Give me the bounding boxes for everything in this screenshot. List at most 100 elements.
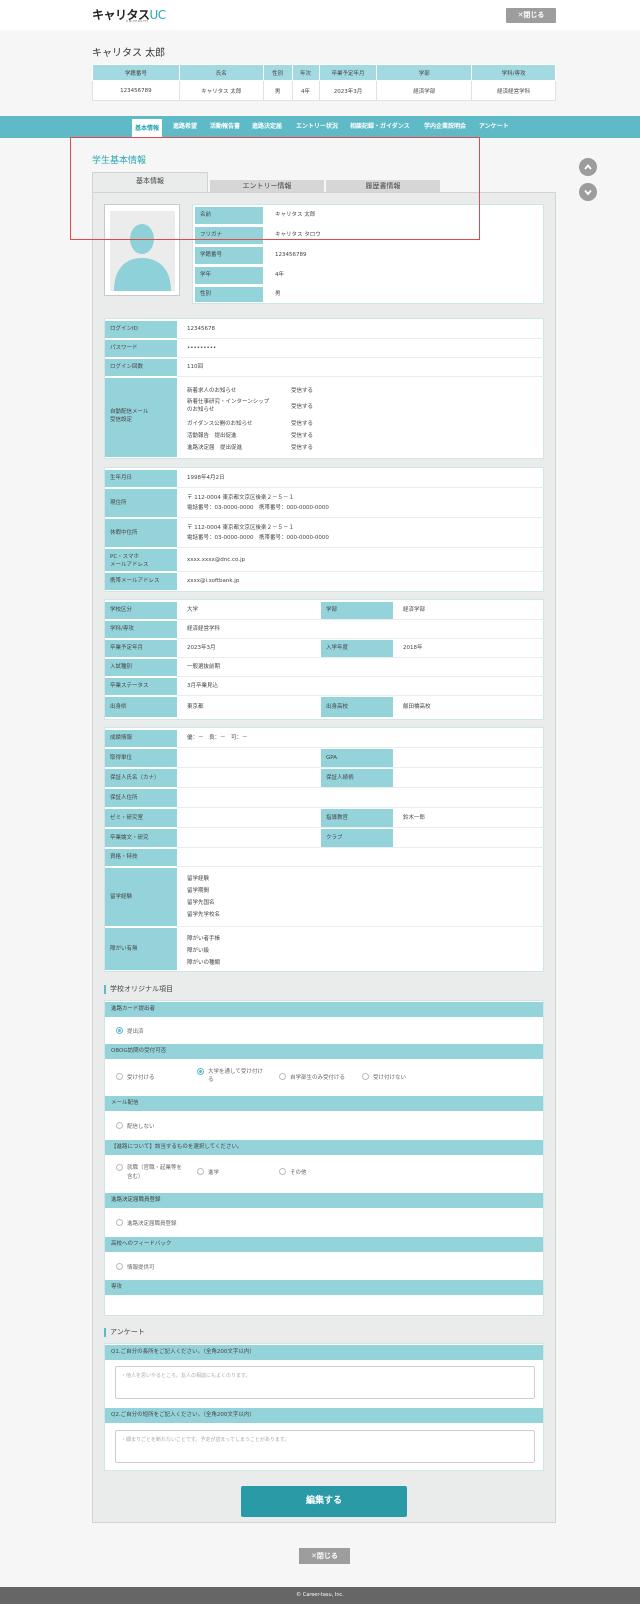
- summary-header: 学籍番号: [92, 64, 180, 81]
- summary-cell: 経済学部: [376, 80, 473, 101]
- scroll-down-button[interactable]: [579, 183, 597, 201]
- login-box: ログインID 12345678 パスワード ••••••••• ログイン回数 1…: [104, 318, 545, 459]
- question-label: Q2.ご自分の短所をご記入ください。（全角200文字以内）: [105, 1408, 543, 1423]
- radio-label: 提出済: [127, 1029, 144, 1035]
- question-label: 高校へのフィードバック: [105, 1237, 543, 1252]
- radio-info-provide[interactable]: [116, 1263, 123, 1270]
- value: 障がい者手帳: [187, 936, 221, 942]
- value: 123456789: [275, 252, 307, 258]
- value: 電話番号：03-0000-0000 携帯番号：000-0000-0000: [187, 535, 329, 541]
- nav-item-entry[interactable]: エントリー状況: [296, 116, 338, 138]
- survey-box: Q1.ご自分の長所をご記入ください。（全角200文字以内） ・他人を思いやるとこ…: [104, 1343, 544, 1471]
- value: 電話番号：03-0000-0000 携帯番号：000-0000-0000: [187, 505, 329, 511]
- radio-further-study[interactable]: [197, 1168, 204, 1175]
- label: 自動配信メール 受信設定: [105, 378, 177, 457]
- label: 成績情報: [105, 730, 177, 747]
- label: ゼミ・研究室: [105, 809, 177, 827]
- mail-setting-status: 受信する: [291, 433, 314, 439]
- weakness-textarea[interactable]: ・細まりごとを断れないことです。予定が詰まってしまうことがあります。: [115, 1430, 535, 1463]
- value: 12345678: [187, 326, 215, 332]
- value: 留学経験: [187, 876, 210, 882]
- label: 現住所: [105, 489, 177, 517]
- label: 学部: [321, 602, 393, 619]
- summary-cell: 4年: [291, 80, 320, 101]
- radio-no-mail[interactable]: [116, 1122, 123, 1129]
- header: キャリタスUC UNIVERSITY ✕閉じる: [0, 0, 640, 30]
- radio-employment[interactable]: [116, 1164, 123, 1171]
- nav-item-career-wish[interactable]: 進路希望: [173, 116, 197, 138]
- label: 学籍番号: [195, 247, 263, 264]
- label: 出身県: [105, 697, 177, 717]
- nav-item-consultation[interactable]: 相談記録・ガイダンス: [350, 116, 410, 138]
- radio-label: 受け付けない: [373, 1075, 407, 1081]
- mail-setting-name: 新着仕事研究・インターンシップ のお知らせ: [187, 399, 270, 413]
- summary-table: 学籍番号 氏名 性別 年次 卒業予定年月 学部 学科/専攻 123456789 …: [92, 64, 556, 101]
- summary-cell: 2023年3月: [318, 80, 378, 101]
- label: 指導教官: [321, 809, 393, 827]
- radio-label: 自学部生のみ受付ける: [290, 1075, 346, 1081]
- label: パスワード: [105, 340, 177, 357]
- radio-submitted[interactable]: [116, 1027, 123, 1034]
- nav-item-decision[interactable]: 進路決定届: [252, 116, 282, 138]
- edit-button[interactable]: 編集する: [241, 1486, 407, 1517]
- value: xxxx.xxxx@dnc.co.jp: [187, 557, 246, 563]
- strength-textarea[interactable]: ・他人を思いやるところ。友人の相談にもよくのります。: [115, 1366, 535, 1399]
- radio-not-accept[interactable]: [362, 1073, 369, 1080]
- summary-header: 学部: [376, 64, 473, 81]
- summary-header: 年次: [291, 64, 320, 81]
- radio-own-faculty[interactable]: [279, 1073, 286, 1080]
- value: xxxx@i.softbank.jp: [187, 578, 240, 584]
- label: 保証人続柄: [321, 769, 393, 787]
- label: 保証人氏名（カナ）: [105, 769, 177, 787]
- label: 出身高校: [321, 697, 393, 717]
- label: 休暇中住所: [105, 519, 177, 547]
- label: 卒業ステータス: [105, 678, 177, 695]
- question-label: Q1.ご自分の長所をご記入ください。（全角200文字以内）: [105, 1345, 543, 1360]
- academic-box: 成績情報 優：－ 良：－ 可：－ 取得単位 GPA 保証人氏名（カナ） 保証人続…: [104, 727, 545, 972]
- nav-item-survey[interactable]: アンケート: [479, 116, 509, 138]
- value: 4年: [275, 272, 284, 278]
- value: 飯田橋高校: [403, 704, 431, 710]
- value: 優：－ 良：－ 可：－: [187, 735, 248, 741]
- survey-heading: アンケート: [104, 1328, 145, 1337]
- original-items-heading: 学校オリジナル項目: [104, 985, 173, 994]
- mail-setting-status: 受信する: [291, 445, 314, 451]
- nav-item-seminar[interactable]: 学内企業説明会: [424, 116, 466, 138]
- label: ログイン回数: [105, 359, 177, 376]
- value: 〒 112-0004 東京都文京区後楽２－５－１: [187, 525, 294, 531]
- logo-subtitle: UNIVERSITY: [126, 19, 149, 23]
- radio-label: 情報提供可: [127, 1265, 155, 1271]
- mail-setting-status: 受信する: [291, 388, 314, 394]
- original-items-box: 進路カード提出者 提出済 OBOG訪問の受付可否 受け付ける 大学を通して受け付…: [104, 1000, 544, 1316]
- question-label: 進路決定届職員登録: [105, 1193, 543, 1208]
- label: 障がい有無: [105, 928, 177, 970]
- close-button-bottom[interactable]: ✕閉じる: [299, 1548, 350, 1564]
- footer-copyright: © Career-tasu, Inc.: [0, 1587, 640, 1604]
- scroll-up-button[interactable]: [579, 158, 597, 176]
- radio-other[interactable]: [279, 1168, 286, 1175]
- question-label: 専攻: [105, 1280, 543, 1295]
- value: 3月卒業見込: [187, 683, 218, 689]
- radio-staff-registration[interactable]: [116, 1219, 123, 1226]
- value: 110回: [187, 364, 203, 370]
- label: 性別: [195, 287, 263, 302]
- mail-setting-name: 活動報告 提出促進: [187, 433, 237, 439]
- label: GPA: [321, 749, 393, 767]
- label: 学年: [195, 267, 263, 284]
- label: 生年月日: [105, 470, 177, 487]
- value: 障がいの種類: [187, 960, 221, 966]
- nav-item-activity-report[interactable]: 活動報告書: [210, 116, 240, 138]
- label: 資格・特技: [105, 849, 177, 866]
- question-label: 進路カード提出者: [105, 1002, 543, 1017]
- mail-setting-name: ガイダンス公開のお知らせ: [187, 421, 253, 427]
- value: 2023年3月: [187, 645, 216, 651]
- radio-via-university[interactable]: [197, 1068, 204, 1075]
- value: 東京都: [187, 704, 204, 710]
- mail-setting-name: 新着求人のお知らせ: [187, 388, 237, 394]
- value: 一般選抜前期: [187, 664, 221, 670]
- summary-cell: キャリタス 太郎: [178, 80, 264, 101]
- close-button-top[interactable]: ✕閉じる: [506, 8, 556, 23]
- nav-item-basic[interactable]: 基本情報: [132, 119, 163, 138]
- chevron-up-icon: [584, 164, 592, 170]
- radio-accept[interactable]: [116, 1073, 123, 1080]
